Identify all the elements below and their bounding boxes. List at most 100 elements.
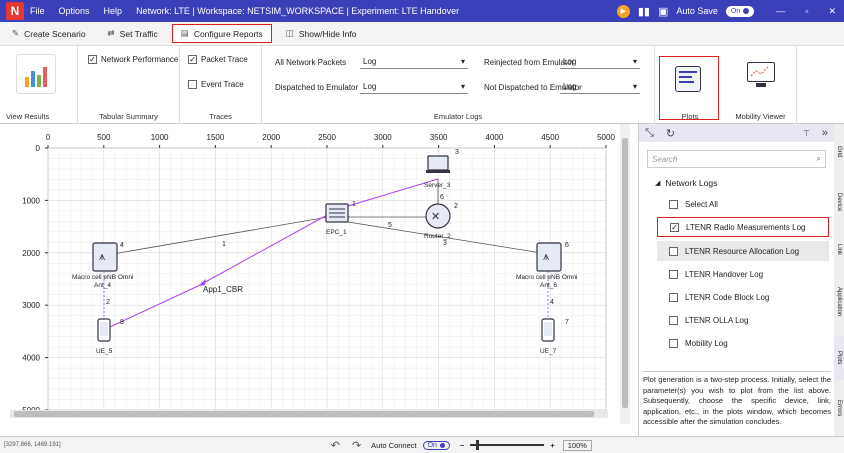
mobility-viewer-icon[interactable]: [747, 62, 775, 82]
save-icon[interactable]: ▣: [658, 5, 668, 18]
network-canvas[interactable]: 0 500 1000 1500 2000 2500 3000 3500 4000 4500 5000…: [0, 124, 620, 424]
group-view-results: View Results: [0, 46, 78, 124]
select-all-item[interactable]: Select All: [657, 194, 829, 214]
dispatched-label: Dispatched to Emulator: [275, 83, 359, 92]
ue-left-node[interactable]: 8 UE_5: [96, 318, 124, 355]
tab-show-hide-info[interactable]: ◫ Show/Hide Info: [278, 25, 365, 42]
redo-icon[interactable]: ↷: [352, 439, 361, 452]
reinjected-select[interactable]: Log ▾: [560, 55, 640, 69]
search-input[interactable]: Search: [652, 155, 677, 164]
log-item-code-block[interactable]: LTENR Code Block Log: [657, 287, 829, 307]
log-item-resource-allocation[interactable]: LTENR Resource Allocation Log: [657, 241, 829, 261]
status-bar: [3297.866, 1469.191] ↶ ↷ Auto Connect On…: [0, 436, 844, 453]
tab-link[interactable]: Link: [834, 230, 844, 270]
all-network-packets-select[interactable]: Log ▾: [360, 55, 468, 69]
link-2-label: 2: [106, 299, 110, 306]
vertical-scrollbar[interactable]: [620, 124, 630, 424]
menu-help[interactable]: Help: [104, 6, 123, 16]
tab-configure-reports[interactable]: ▤ Configure Reports: [171, 24, 272, 43]
tabular-summary-label: Tabular Summary: [99, 112, 158, 121]
ribbon: View Results ✓ Network Performance Tabula…: [0, 46, 844, 124]
svg-text:⩚: ⩚: [99, 251, 105, 263]
not-dispatched-select[interactable]: Log ▾: [560, 80, 640, 94]
group-tabular-summary: ✓ Network Performance Tabular Summary: [78, 46, 180, 124]
view-results-label: View Results: [6, 112, 50, 121]
search-box[interactable]: Search ⌕: [647, 150, 826, 168]
zoom-slider[interactable]: [470, 440, 545, 450]
ue-right-node[interactable]: 7 UE_7: [540, 318, 569, 355]
dispatched-select[interactable]: Log ▾: [360, 80, 468, 94]
ue-right-id: 7: [565, 319, 569, 326]
network-logs-group[interactable]: ◢ Network Logs: [655, 178, 717, 188]
netsim-logo: N: [6, 2, 24, 20]
plots-icon: [675, 66, 701, 92]
auto-save-toggle[interactable]: On: [725, 5, 755, 17]
tab-create-scenario[interactable]: ✎ Create Scenario: [4, 25, 94, 42]
tab-device[interactable]: Device: [834, 180, 844, 224]
traffic-icon: ⇄: [107, 28, 115, 38]
packet-trace-checkbox[interactable]: ✓ Packet Trace: [188, 55, 248, 64]
analytics-icon[interactable]: ▮▮: [638, 5, 650, 18]
minimize-icon[interactable]: —: [776, 6, 785, 16]
x-tick-label: 3000: [374, 133, 392, 142]
ue-left-name: UE_5: [96, 348, 113, 355]
close-icon[interactable]: ✕: [828, 6, 836, 17]
pin-icon[interactable]: ⊤: [803, 129, 810, 138]
link-app-mid: [197, 208, 339, 287]
epc-port-label: 1: [352, 201, 356, 208]
log-item-mobility[interactable]: Mobility Log: [657, 333, 829, 353]
expand-arrow-icon: ◢: [655, 180, 661, 187]
y-tick-label: 2000: [22, 249, 40, 258]
link-8-label: 8: [120, 319, 124, 326]
router-id: 2: [454, 203, 458, 210]
scenario-icon: ✎: [12, 28, 20, 38]
collapse-icon[interactable]: ⤡: [645, 127, 654, 140]
log-item-handover[interactable]: LTENR Handover Log: [657, 264, 829, 284]
refresh-icon[interactable]: ↻: [666, 127, 675, 140]
canvas-svg: 0 500 1000 1500 2000 2500 3000 3500 4000 4500 5000…: [10, 133, 615, 418]
mobility-viewer-label: Mobility Viewer: [735, 112, 786, 121]
coordinate-readout: [3297.866, 1469.191]: [4, 442, 61, 448]
help-text: Plot generation is a two-step process. I…: [643, 371, 831, 428]
panel-header: ⤡ ↻ ⊤ »: [639, 124, 834, 142]
view-results-button[interactable]: [16, 54, 56, 94]
auto-connect-toggle[interactable]: On: [422, 440, 450, 450]
expand-icon[interactable]: »: [822, 127, 828, 139]
epc-node[interactable]: 1 EPC_1: [325, 201, 356, 236]
log-item-olla[interactable]: LTENR OLLA Log: [657, 310, 829, 330]
auto-connect-label: Auto Connect: [371, 440, 417, 450]
link-enb4-epc: [106, 216, 329, 256]
tab-set-traffic[interactable]: ⇄ Set Traffic: [100, 25, 166, 42]
group-plots: Plots: [655, 46, 725, 124]
enb-right-node[interactable]: ⩚ 6 Macro cell eNB Omni Ant_6 4: [516, 242, 577, 306]
ribbon-tabs: ✎ Create Scenario ⇄ Set Traffic ▤ Config…: [0, 22, 844, 46]
undo-icon[interactable]: ↶: [331, 439, 340, 452]
menu-file[interactable]: File: [30, 6, 45, 16]
run-icon[interactable]: ▶: [616, 4, 630, 18]
search-icon[interactable]: ⌕: [817, 154, 821, 164]
x-tick-label: 1500: [207, 133, 225, 142]
network-performance-checkbox[interactable]: ✓ Network Performance: [88, 55, 178, 64]
tab-plots[interactable]: Plots: [834, 336, 844, 380]
zoom-in-icon[interactable]: +: [550, 441, 554, 450]
network-logs-title: Network Logs: [665, 178, 718, 188]
vertical-scrollbar-thumb[interactable]: [622, 138, 628, 408]
plots-panel: ⤡ ↻ ⊤ » Search ⌕ ◢ Network Logs Select A…: [638, 124, 834, 436]
zoom-out-icon[interactable]: −: [460, 441, 464, 450]
svg-text:✕: ✕: [431, 211, 440, 223]
tab-grid[interactable]: Grid: [834, 130, 844, 174]
traces-label: Traces: [209, 112, 232, 121]
tab-errors[interactable]: Errors: [834, 386, 844, 430]
event-trace-checkbox[interactable]: Event Trace: [188, 80, 244, 89]
x-tick-label: 4000: [486, 133, 504, 142]
ue-right-name: UE_7: [540, 348, 557, 355]
title-bar: N File Options Help Network: LTE | Works…: [0, 0, 844, 22]
x-tick-label: 4500: [541, 133, 559, 142]
maximize-icon[interactable]: ▫: [805, 6, 808, 16]
emulator-logs-label: Emulator Logs: [433, 112, 483, 121]
log-item-radio-measurements[interactable]: ✓ LTENR Radio Measurements Log: [657, 217, 829, 237]
menu-options[interactable]: Options: [59, 6, 90, 16]
info-icon: ◫: [285, 28, 294, 38]
window-title: Network: LTE | Workspace: NETSIM_WORKSPA…: [136, 6, 460, 16]
tab-application[interactable]: Application: [834, 274, 844, 330]
